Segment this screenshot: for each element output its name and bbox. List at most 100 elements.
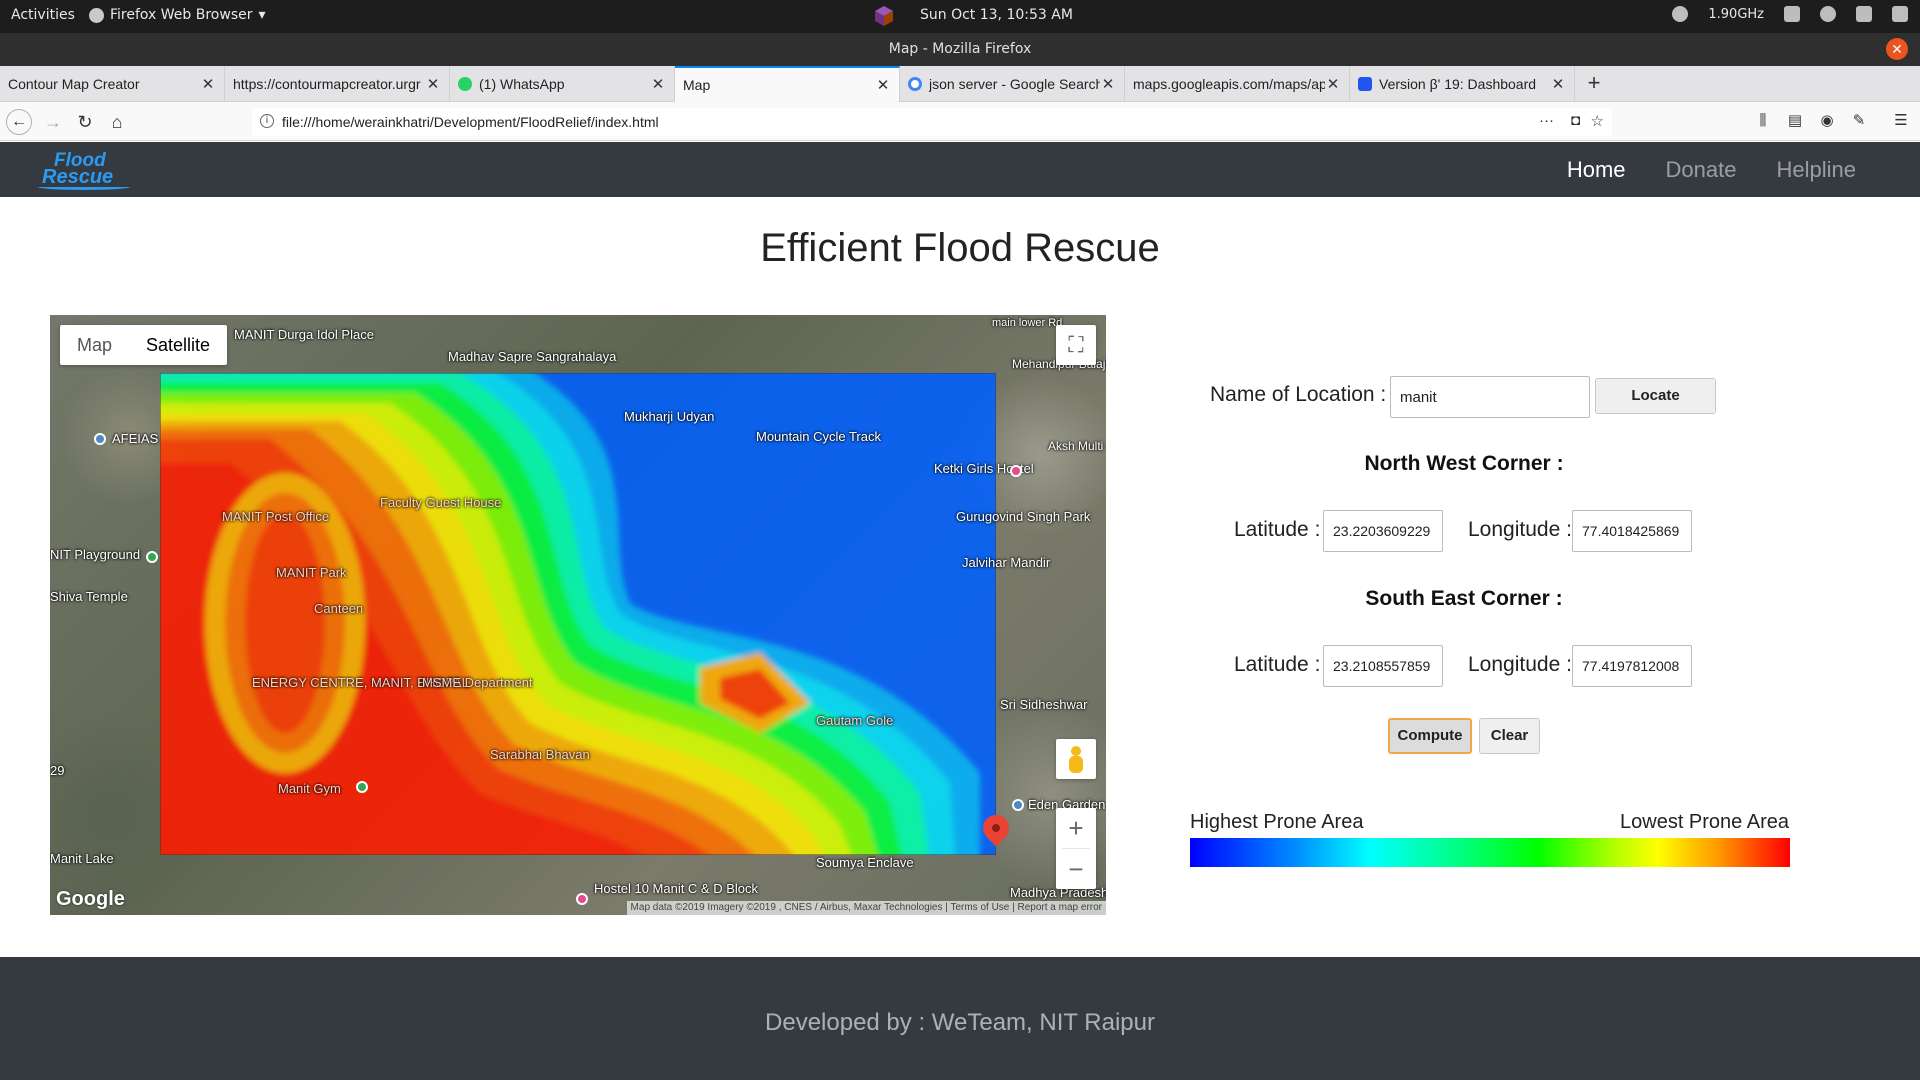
tab-label: Contour Map Creator (8, 76, 140, 92)
flood-rescue-logo[interactable]: Flood Rescue (38, 150, 134, 192)
tab-label: https://contourmapcreator.urgr (233, 76, 421, 92)
pegman-icon[interactable] (1056, 739, 1096, 779)
tab-strip: Contour Map Creator ✕ https://contourmap… (0, 66, 1920, 102)
map-label: Gautam Gole (816, 713, 894, 728)
firefox-icon (89, 7, 104, 23)
tab-maps-googleapis[interactable]: maps.googleapis.com/maps/api ✕ (1125, 66, 1350, 102)
map-type-map-button[interactable]: Map (60, 325, 129, 365)
legend-low-label: Lowest Prone Area (1620, 811, 1789, 833)
tab-contour-map-creator[interactable]: Contour Map Creator ✕ (0, 66, 225, 102)
nw-longitude-input[interactable]: 77.4018425869 (1572, 510, 1692, 552)
zoom-out-button[interactable]: − (1056, 849, 1096, 889)
nav-helpline-link[interactable]: Helpline (1777, 157, 1857, 183)
map-view[interactable]: MANIT Durga Idol Place Madhav Sapre Sang… (50, 315, 1106, 915)
close-icon[interactable]: ✕ (200, 75, 216, 93)
system-tray[interactable]: 1.90GHz (1672, 6, 1908, 22)
nw-corner-title: North West Corner : (1364, 452, 1564, 475)
google-icon (908, 77, 922, 91)
location-input[interactable]: manit (1390, 376, 1590, 418)
tab-label: Map (683, 77, 711, 93)
battery-icon[interactable] (1892, 6, 1908, 22)
forward-button[interactable]: → (40, 109, 66, 135)
map-type-control: Map Satellite (60, 325, 228, 365)
close-icon[interactable]: ✕ (1100, 75, 1116, 93)
compute-button[interactable]: Compute (1388, 718, 1472, 754)
map-pin-icon[interactable] (1012, 799, 1024, 811)
map-pin-icon[interactable] (146, 551, 158, 563)
map-pin-icon[interactable] (356, 781, 368, 793)
map-pin-icon[interactable] (576, 893, 588, 905)
tab-contourmapcreator-url[interactable]: https://contourmapcreator.urgr ✕ (225, 66, 450, 102)
menu-icon[interactable]: ☰ (1892, 111, 1910, 129)
account-icon[interactable]: ◉ (1818, 111, 1836, 129)
map-label: MANIT Durga Idol Place (234, 327, 374, 342)
close-icon[interactable]: ✕ (875, 76, 891, 94)
map-label: Aksh Multi Spe (1048, 439, 1106, 453)
map-label: Sarabhai Bhavan (490, 747, 590, 762)
tab-label: (1) WhatsApp (479, 76, 565, 92)
nw-longitude-label: Longitude : (1468, 518, 1572, 541)
map-pin-icon[interactable] (1010, 465, 1022, 477)
library-icon[interactable]: ⫼ (1754, 111, 1772, 129)
extension-icon[interactable]: ✎ (1850, 111, 1868, 129)
map-type-satellite-button[interactable]: Satellite (129, 325, 227, 365)
close-window-button[interactable]: ✕ (1886, 38, 1908, 60)
page-actions-icon[interactable]: ··· (1539, 112, 1554, 129)
cpu-frequency[interactable]: 1.90GHz (1708, 7, 1764, 22)
home-button[interactable]: ⌂ (104, 109, 130, 135)
tab-json-server-search[interactable]: json server - Google Search ✕ (900, 66, 1125, 102)
map-label: Sri Sidheshwar (1000, 697, 1088, 712)
tab-whatsapp[interactable]: (1) WhatsApp ✕ (450, 66, 675, 102)
close-icon[interactable]: ✕ (425, 75, 441, 93)
zoom-in-button[interactable]: + (1056, 808, 1096, 848)
se-longitude-input[interactable]: 77.4197812008 (1572, 645, 1692, 687)
clear-button[interactable]: Clear (1479, 718, 1540, 754)
clock[interactable]: Sun Oct 13, 10:53 AM (920, 7, 1073, 23)
pocket-icon[interactable]: ◘ (1571, 112, 1580, 129)
se-latitude-input[interactable]: 23.2108557859 (1323, 645, 1443, 687)
app-menu[interactable]: Firefox Web Browser ▾ (89, 7, 266, 23)
dashboard-icon (1358, 77, 1372, 91)
chevron-down-icon: ▾ (258, 7, 266, 23)
close-icon[interactable]: ✕ (650, 75, 666, 93)
wifi-icon[interactable] (1820, 6, 1836, 22)
map-label: AFEIAS (112, 431, 159, 446)
cube-icon (875, 6, 893, 26)
new-tab-button[interactable]: + (1580, 66, 1608, 102)
map-attribution[interactable]: Map data ©2019 Imagery ©2019 , CNES / Ai… (626, 901, 1106, 915)
back-button[interactable]: ← (6, 109, 32, 135)
map-label: Mountain Cycle Track (756, 429, 881, 444)
map-label: Shiva Temple (50, 589, 128, 604)
locate-button[interactable]: Locate (1595, 378, 1716, 414)
whatsapp-icon (458, 77, 472, 91)
sidebar-icon[interactable]: ▤ (1786, 111, 1804, 129)
reload-button[interactable]: ↻ (72, 109, 98, 135)
close-icon[interactable]: ✕ (1325, 75, 1341, 93)
tab-map[interactable]: Map ✕ (675, 66, 900, 102)
nw-latitude-input[interactable]: 23.2203609229 (1323, 510, 1443, 552)
fullscreen-icon[interactable]: ⛶ (1056, 325, 1096, 365)
url-bar[interactable]: i file:///home/werainkhatri/Development/… (252, 108, 1612, 136)
close-icon[interactable]: ✕ (1550, 75, 1566, 93)
nav-links: Home Donate Helpline (1567, 157, 1856, 183)
nav-donate-link[interactable]: Donate (1666, 157, 1737, 183)
se-latitude-label: Latitude : (1234, 653, 1321, 676)
indicator-icon[interactable] (1672, 6, 1689, 22)
site-navbar: Flood Rescue Home Donate Helpline (0, 142, 1920, 197)
info-icon[interactable]: i (260, 114, 274, 128)
nav-home-link[interactable]: Home (1567, 157, 1626, 183)
map-label: MANIT Post Office (222, 509, 330, 524)
se-corner-title: South East Corner : (1365, 587, 1563, 610)
bookmark-star-icon[interactable]: ☆ (1591, 112, 1604, 130)
volume-icon[interactable] (1856, 6, 1872, 22)
nw-latitude-label: Latitude : (1234, 518, 1321, 541)
tab-version-dashboard[interactable]: Version β' 19: Dashboard ✕ (1350, 66, 1575, 102)
app-menu-label: Firefox Web Browser (110, 7, 253, 23)
map-label: NIT Playground (50, 547, 141, 562)
activities-button[interactable]: Activities (11, 7, 75, 23)
map-label: Mukharji Udyan (624, 409, 715, 424)
map-pin-icon[interactable] (94, 433, 106, 445)
wave-icon (38, 184, 130, 190)
map-label: MSME Department (422, 675, 533, 690)
url-text[interactable]: file:///home/werainkhatri/Development/Fl… (282, 114, 659, 130)
